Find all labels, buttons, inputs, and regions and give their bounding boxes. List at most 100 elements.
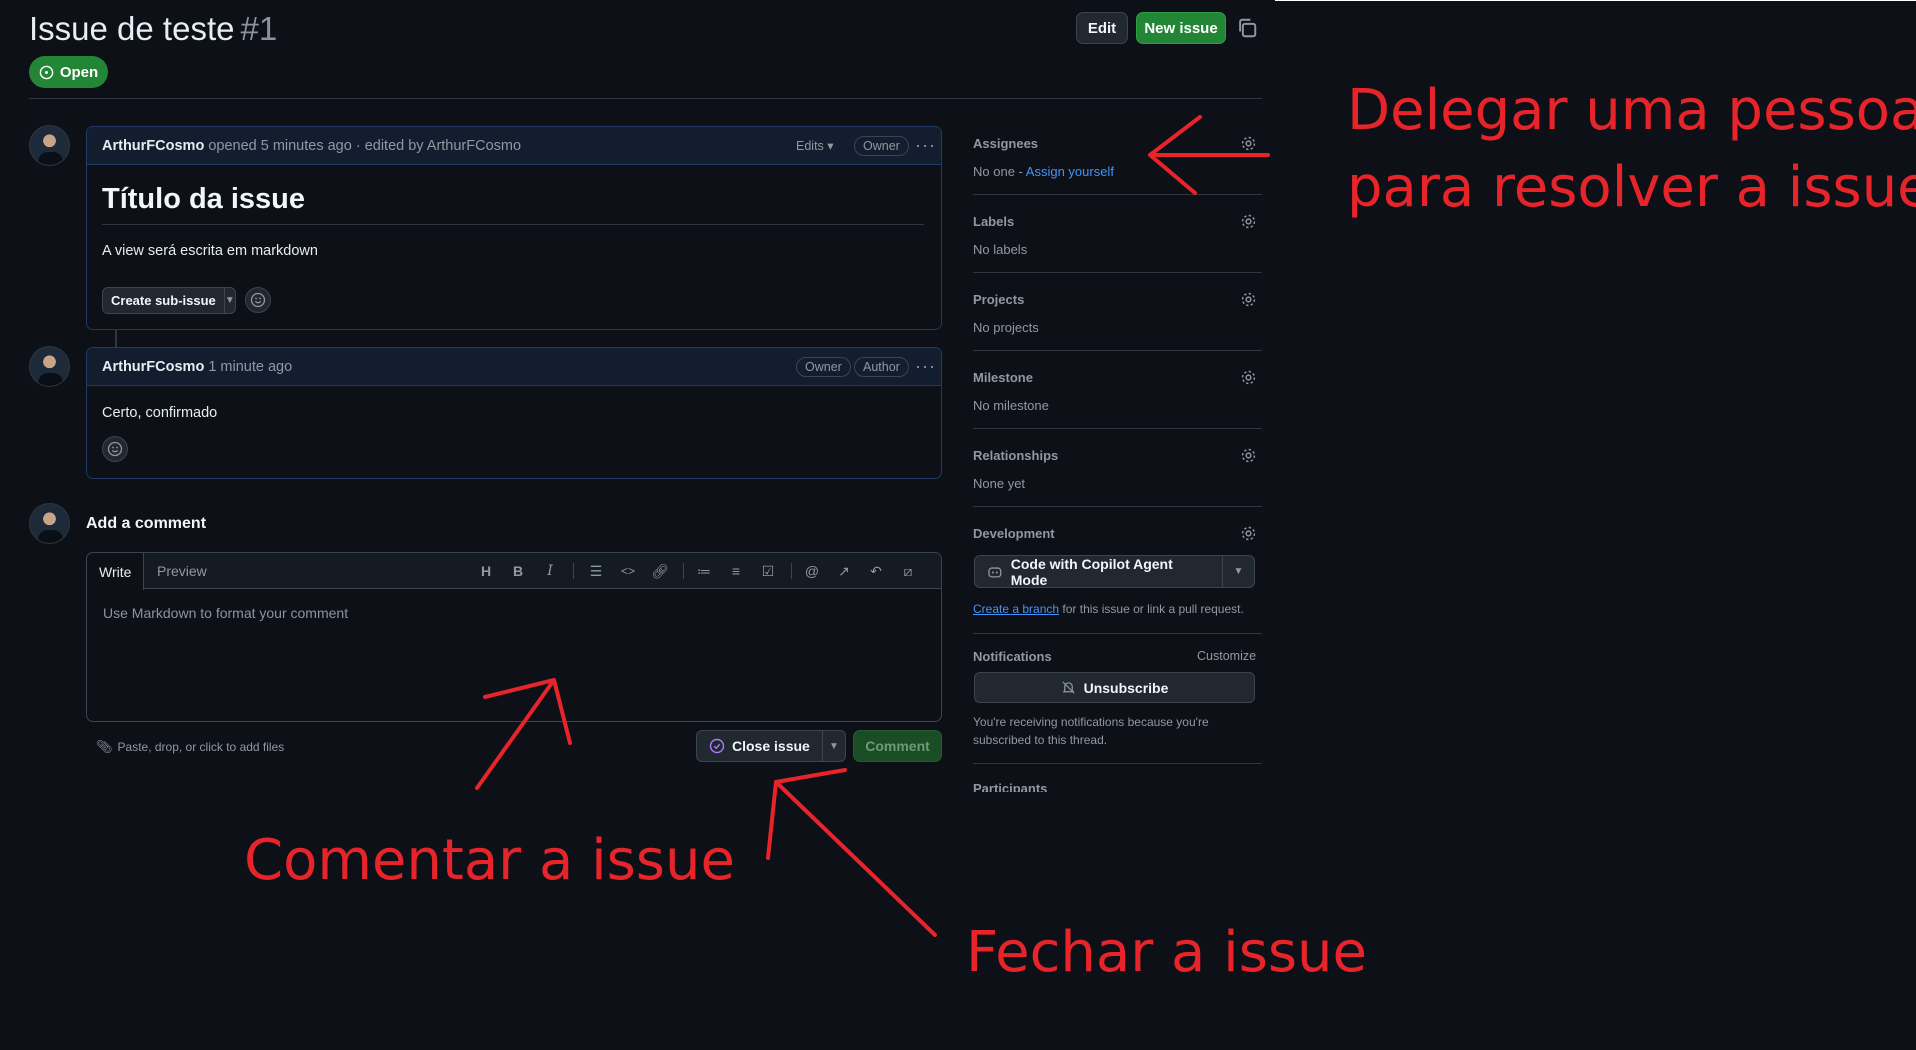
gear-icon[interactable] — [1240, 135, 1257, 152]
link-icon[interactable]: 🔗︎ — [651, 562, 669, 580]
add-reaction-button[interactable] — [102, 436, 128, 462]
notification-note-line1: You're receiving notifications because y… — [973, 715, 1209, 729]
development-title: Development — [973, 526, 1055, 541]
issue-title: Issue de teste #1 — [29, 10, 278, 47]
comment-header: ArthurFCosmo opened 5 minutes ago · edit… — [87, 127, 941, 165]
tab-write[interactable]: Write — [87, 553, 145, 590]
close-issue-button[interactable]: Close issue ▼ — [696, 730, 846, 762]
comment-input[interactable]: Use Markdown to format your comment — [103, 605, 348, 621]
edits-dropdown[interactable]: Edits ▾ — [796, 138, 834, 153]
assign-yourself-link[interactable]: Assign yourself — [1026, 164, 1114, 179]
smiley-icon — [250, 292, 266, 308]
check-circle-icon — [709, 738, 725, 754]
owner-badge: Owner — [854, 136, 909, 156]
sidebar-divider — [973, 350, 1262, 351]
sidebar-divider — [973, 633, 1262, 634]
slash-command-icon[interactable]: ⧄ — [899, 562, 917, 580]
edit-button[interactable]: Edit — [1076, 12, 1128, 44]
gear-icon[interactable] — [1240, 525, 1257, 542]
customize-link[interactable]: Customize — [1197, 649, 1256, 663]
tab-preview[interactable]: Preview — [145, 553, 219, 589]
comment-heading: Título da issue — [102, 183, 306, 215]
copilot-agent-button[interactable]: Code with Copilot Agent Mode ▼ — [974, 555, 1255, 588]
branch-hint: Create a branch for this issue or link a… — [973, 602, 1244, 616]
bell-slash-icon — [1062, 681, 1075, 694]
annotation-comment: Comentar a issue — [244, 828, 735, 893]
participants-clip: Participants — [973, 778, 1262, 792]
attach-files-hint[interactable]: 📎︎ Paste, drop, or click to add files — [96, 739, 284, 755]
annotation-assign-line1: Delegar uma pessoa — [1347, 78, 1916, 143]
comment-meta: opened 5 minutes ago · edited by ArthurF… — [208, 137, 522, 154]
timeline-connector — [115, 330, 117, 348]
comment-editor: Write Preview H B I ☰ <> 🔗︎ ≔ ≡ ☑ @ ↗ ↶ … — [86, 552, 942, 722]
unsubscribe-button[interactable]: Unsubscribe — [974, 672, 1255, 703]
annotation-close: Fechar a issue — [966, 920, 1367, 985]
comment-author[interactable]: ArthurFCosmo — [102, 359, 204, 375]
chevron-down-icon[interactable]: ▼ — [1223, 566, 1254, 577]
mention-icon[interactable]: @ — [803, 562, 821, 580]
numbered-list-icon[interactable]: ≡ — [727, 562, 745, 580]
labels-title: Labels — [973, 214, 1015, 229]
participants-title: Participants — [973, 781, 1048, 792]
gear-icon[interactable] — [1240, 291, 1257, 308]
gear-icon[interactable] — [1240, 447, 1257, 464]
italic-icon[interactable]: I — [541, 562, 559, 580]
cross-reference-icon[interactable]: ↗ — [835, 562, 853, 580]
copy-icon[interactable] — [1236, 17, 1258, 39]
sidebar-divider — [973, 763, 1262, 764]
comment-author[interactable]: ArthurFCosmo — [102, 138, 204, 154]
relationships-title: Relationships — [973, 448, 1059, 463]
sidebar-divider — [973, 272, 1262, 273]
comment-body: Certo, confirmado — [102, 405, 218, 421]
add-reaction-button[interactable] — [245, 287, 271, 313]
paperclip-icon: 📎︎ — [96, 739, 113, 754]
task-list-icon[interactable]: ☑ — [759, 562, 777, 580]
sidebar-divider — [973, 506, 1262, 507]
sidebar-divider — [973, 428, 1262, 429]
editor-toolbar: Write Preview H B I ☰ <> 🔗︎ ≔ ≡ ☑ @ ↗ ↶ … — [87, 553, 941, 590]
create-branch-link[interactable]: Create a branch — [973, 602, 1059, 616]
new-issue-button[interactable]: New issue — [1136, 12, 1226, 44]
toolbar-divider — [573, 563, 574, 579]
heading-icon[interactable]: H — [477, 562, 495, 580]
heading-rule — [102, 224, 924, 225]
author-badge: Author — [854, 357, 909, 377]
relationships-value: None yet — [973, 476, 1026, 491]
avatar[interactable] — [29, 346, 70, 387]
gear-icon[interactable] — [1240, 213, 1257, 230]
gear-icon[interactable] — [1240, 369, 1257, 386]
notifications-title: Notifications — [973, 649, 1052, 664]
avatar[interactable] — [29, 503, 70, 544]
toolbar-divider — [791, 563, 792, 579]
issue-body-card: ArthurFCosmo opened 5 minutes ago · edit… — [86, 126, 942, 330]
comment-meta: 1 minute ago — [208, 358, 293, 375]
create-sub-issue-button[interactable]: Create sub-issue ▼ — [102, 287, 236, 314]
projects-value: No projects — [973, 320, 1039, 335]
avatar[interactable] — [29, 125, 70, 166]
status-badge: Open — [29, 56, 108, 88]
chevron-down-icon[interactable]: ▼ — [225, 295, 235, 306]
sidebar-divider — [973, 194, 1262, 195]
bold-icon[interactable]: B — [509, 562, 527, 580]
top-edge-line — [1275, 0, 1916, 1]
milestone-value: No milestone — [973, 398, 1049, 413]
quote-icon[interactable]: ☰ — [587, 562, 605, 580]
copilot-icon — [988, 566, 1002, 578]
arrow-assignees — [1148, 115, 1270, 195]
assignees-value: No one - Assign yourself — [973, 164, 1114, 179]
comment-card: ArthurFCosmo 1 minute ago Owner Author ·… — [86, 347, 942, 479]
notification-note-line2: subscribed to this thread. — [973, 733, 1108, 747]
issue-number: #1 — [240, 10, 278, 47]
header-divider — [29, 98, 1262, 99]
bulleted-list-icon[interactable]: ≔ — [695, 562, 713, 580]
more-options-icon[interactable]: ··· — [915, 356, 936, 377]
code-icon[interactable]: <> — [619, 562, 637, 580]
comment-button[interactable]: Comment — [853, 730, 942, 762]
toolbar-divider — [683, 563, 684, 579]
add-comment-heading: Add a comment — [86, 515, 207, 532]
reply-icon[interactable]: ↶ — [867, 562, 885, 580]
arrow-close — [766, 768, 937, 937]
chevron-down-icon[interactable]: ▼ — [823, 741, 845, 752]
annotation-assign-line2: para resolver a issue — [1347, 155, 1916, 220]
more-options-icon[interactable]: ··· — [915, 135, 936, 156]
